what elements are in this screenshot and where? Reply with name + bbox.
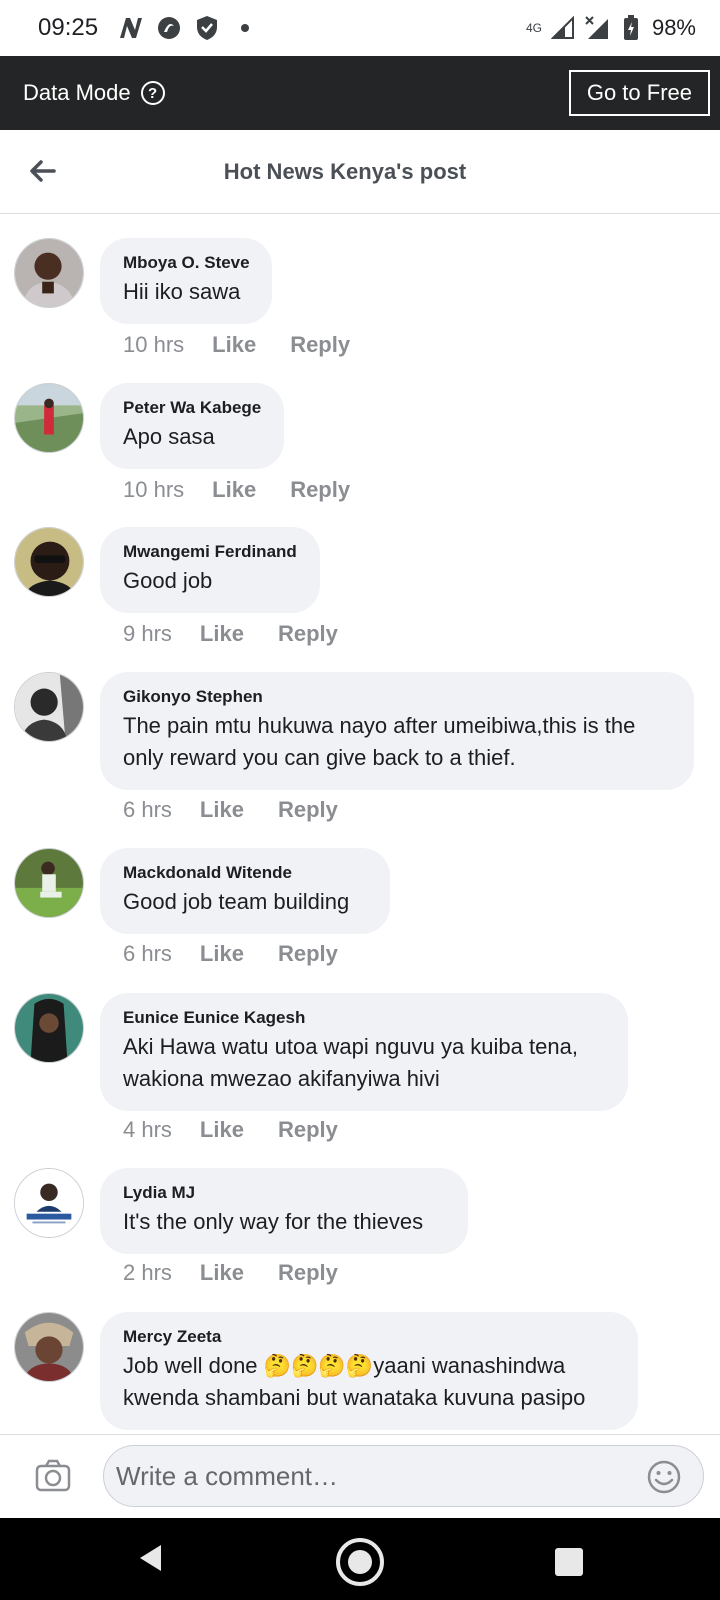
comment-bubble[interactable]: Lydia MJ It's the only way for the thiev… — [100, 1168, 468, 1254]
comment-bubble[interactable]: Peter Wa Kabege Apo sasa — [100, 383, 284, 469]
battery-charging-icon — [618, 15, 644, 41]
like-button[interactable]: Like — [200, 1260, 244, 1286]
comment-time[interactable]: 6 hrs — [123, 941, 172, 967]
comment-input[interactable] — [103, 1445, 704, 1507]
no-signal-icon — [584, 15, 610, 41]
like-button[interactable]: Like — [200, 621, 244, 647]
comment-actions: 6 hrs Like Reply — [123, 941, 338, 967]
reply-button[interactable]: Reply — [278, 797, 338, 823]
comment-author[interactable]: Mwangemi Ferdinand — [123, 541, 298, 563]
avatar[interactable] — [14, 1312, 84, 1382]
reply-button[interactable]: Reply — [290, 477, 350, 503]
comment-text: The pain mtu hukuwa nayo after umeibiwa,… — [123, 713, 636, 770]
comment-author[interactable]: Mercy Zeeta — [123, 1326, 616, 1348]
comment-text: Job well done 🤔🤔🤔🤔yaani wanashindwa kwen… — [123, 1353, 586, 1410]
data-mode-bar: Data Mode ? Go to Free — [0, 56, 720, 130]
comment-author[interactable]: Lydia MJ — [123, 1182, 446, 1204]
network-type: 4G — [525, 21, 542, 35]
data-mode-label: Data Mode — [23, 80, 131, 105]
comment-actions: 10 hrs Like Reply — [123, 477, 350, 503]
comment-author[interactable]: Peter Wa Kabege — [123, 397, 262, 419]
system-status: 4G 98% — [526, 15, 696, 41]
battery-percent: 98% — [651, 15, 696, 40]
avatar[interactable] — [14, 383, 84, 453]
comment-actions: 2 hrs Like Reply — [123, 1260, 338, 1286]
comment-actions: 6 hrs Like Reply — [123, 797, 338, 823]
like-button[interactable]: Like — [200, 941, 244, 967]
like-button[interactable]: Like — [200, 1117, 244, 1143]
status-time: 09:25 — [38, 14, 99, 41]
comment-actions: 9 hrs Like Reply — [123, 621, 338, 647]
comment-bubble[interactable]: Mercy Zeeta Job well done 🤔🤔🤔🤔yaani wana… — [100, 1312, 638, 1430]
reply-button[interactable]: Reply — [278, 1117, 338, 1143]
comment-author[interactable]: Mackdonald Witende — [123, 862, 368, 884]
arrow-left-icon[interactable] — [28, 156, 58, 186]
nav-recents-icon[interactable] — [555, 1548, 583, 1576]
go-to-free-button[interactable]: Go to Free — [568, 70, 710, 116]
notification-icons — [118, 15, 258, 41]
reply-button[interactable]: Reply — [278, 941, 338, 967]
comment-time[interactable]: 6 hrs — [123, 797, 172, 823]
post-header: Hot News Kenya's post — [0, 130, 720, 214]
reply-button[interactable]: Reply — [278, 1260, 338, 1286]
nav-back-icon[interactable] — [137, 1543, 165, 1578]
avatar[interactable] — [14, 238, 84, 308]
comment-time[interactable]: 2 hrs — [123, 1260, 172, 1286]
comment-text: Hii iko sawa — [123, 279, 241, 304]
comment-author[interactable]: Eunice Eunice Kagesh — [123, 1007, 606, 1029]
avatar[interactable] — [14, 1168, 84, 1238]
comment-text: Good job — [123, 568, 213, 593]
like-button[interactable]: Like — [200, 797, 244, 823]
avatar[interactable] — [14, 993, 84, 1063]
signal-icon — [550, 15, 576, 41]
avatar[interactable] — [14, 848, 84, 918]
comment-bubble[interactable]: Mboya O. Steve Hii iko sawa — [100, 238, 272, 324]
comment-time[interactable]: 10 hrs — [123, 477, 184, 503]
comment-actions: 4 hrs Like Reply — [123, 1117, 338, 1143]
comment-actions: 10 hrs Like Reply — [123, 332, 350, 358]
comment-time[interactable]: 10 hrs — [123, 332, 184, 358]
help-icon[interactable]: ? — [140, 81, 165, 105]
comment-composer — [0, 1434, 720, 1518]
reply-button[interactable]: Reply — [278, 621, 338, 647]
shield-notification-icon — [194, 15, 220, 41]
comment-bubble[interactable]: Eunice Eunice Kagesh Aki Hawa watu utoa … — [100, 993, 628, 1111]
comment-time[interactable]: 9 hrs — [123, 621, 172, 647]
comment-bubble[interactable]: Mwangemi Ferdinand Good job — [100, 527, 320, 613]
comment-text: Aki Hawa watu utoa wapi nguvu ya kuiba t… — [123, 1034, 578, 1091]
status-bar: 09:25 4G 98% — [0, 0, 720, 56]
system-nav-bar — [0, 1518, 720, 1600]
comment-author[interactable]: Mboya O. Steve — [123, 252, 250, 274]
avatar[interactable] — [14, 527, 84, 597]
comment-bubble[interactable]: Gikonyo Stephen The pain mtu hukuwa nayo… — [100, 672, 694, 790]
reply-button[interactable]: Reply — [290, 332, 350, 358]
comment-time[interactable]: 4 hrs — [123, 1117, 172, 1143]
page-title: Hot News Kenya's post — [223, 158, 467, 184]
comments-list[interactable]: Mboya O. Steve Hii iko sawa 10 hrs Like … — [0, 214, 720, 1434]
n-notification-icon — [118, 15, 144, 41]
smiley-icon[interactable] — [646, 1459, 682, 1495]
comment-bubble[interactable]: Mackdonald Witende Good job team buildin… — [100, 848, 390, 934]
nav-home-icon[interactable] — [336, 1538, 384, 1586]
avatar[interactable] — [14, 672, 84, 742]
dot-notification-icon — [232, 15, 258, 41]
like-button[interactable]: Like — [212, 332, 256, 358]
comment-text: Apo sasa — [123, 424, 215, 449]
like-button[interactable]: Like — [212, 477, 256, 503]
vpn-notification-icon — [156, 15, 182, 41]
comment-text: Good job team building — [123, 889, 350, 914]
camera-icon[interactable] — [34, 1457, 72, 1495]
comment-author[interactable]: Gikonyo Stephen — [123, 686, 672, 708]
comment-text: It's the only way for the thieves — [123, 1209, 424, 1234]
